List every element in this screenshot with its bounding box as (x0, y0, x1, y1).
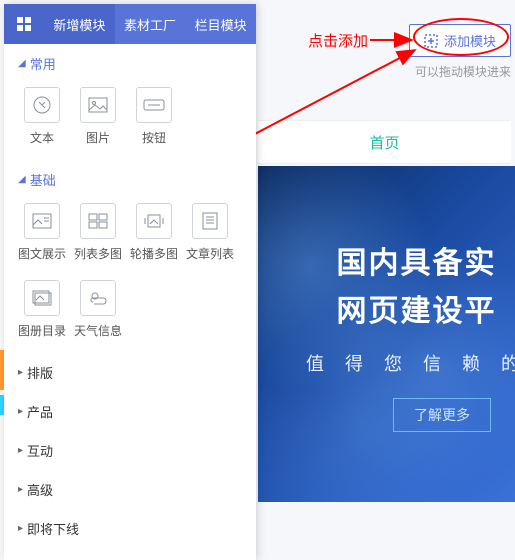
tiles-basic-1: 图文展示 列表多图 轮播多图 文章列表 (4, 199, 256, 276)
hero-line2: 网页建设平 (277, 286, 497, 330)
right-top: 添加模块 可以拖动模块进来 (409, 24, 511, 80)
section-label: 高级 (27, 480, 53, 499)
section-label: 排版 (27, 363, 53, 382)
album-icon (24, 280, 60, 316)
hero-sub: 值 得 您 信 赖 的 (258, 350, 515, 376)
nav-bar: 首页 (258, 120, 511, 164)
section-interact[interactable]: ▸互动 (4, 431, 256, 470)
section-common[interactable]: ◢常用 (4, 44, 256, 83)
add-module-label: 添加模块 (444, 31, 496, 50)
tile-label: 文本 (30, 129, 54, 146)
tile-label: 图册目录 (18, 322, 66, 339)
hero-banner: 国内具备实 网页建设平 值 得 您 信 赖 的 了解更多 (258, 166, 515, 502)
list-img-icon (80, 203, 116, 239)
tile-text[interactable]: 文本 (14, 87, 70, 146)
tile-label: 天气信息 (74, 322, 122, 339)
section-deprecated[interactable]: ▸即将下线 (4, 509, 256, 548)
tile-carousel[interactable]: 轮播多图 (126, 203, 182, 262)
tile-weather[interactable]: 天气信息 (70, 280, 126, 339)
carousel-icon (136, 203, 172, 239)
section-product[interactable]: ▸产品 (4, 392, 256, 431)
hero-cta[interactable]: 了解更多 (393, 398, 491, 432)
button-icon (136, 87, 172, 123)
section-label: 即将下线 (27, 519, 79, 538)
section-label: 基础 (30, 170, 56, 189)
tile-button[interactable]: 按钮 (126, 87, 182, 146)
image-icon (80, 87, 116, 123)
tile-label: 按钮 (142, 129, 166, 146)
callout-click-add: 点击添加 (308, 30, 368, 51)
tile-album[interactable]: 图册目录 (14, 280, 70, 339)
panel-tabs: 新增模块 素材工厂 栏目模块 (4, 4, 256, 44)
section-basic[interactable]: ◢基础 (4, 160, 256, 199)
weather-icon (80, 280, 116, 316)
section-label: 常用 (30, 54, 56, 73)
section-label: 互动 (27, 441, 53, 460)
add-module-button[interactable]: 添加模块 (409, 24, 511, 57)
tiles-basic-2: 图册目录 天气信息 (4, 276, 256, 353)
section-layout[interactable]: ▸排版 (4, 353, 256, 392)
grid-icon[interactable] (4, 4, 44, 44)
section-advanced[interactable]: ▸高级 (4, 470, 256, 509)
tab-column[interactable]: 栏目模块 (185, 4, 256, 44)
tile-label: 图文展示 (18, 245, 66, 262)
tab-new-module[interactable]: 新增模块 (44, 4, 115, 44)
tab-material[interactable]: 素材工厂 (115, 4, 186, 44)
section-label: 产品 (27, 402, 53, 421)
tile-img-text[interactable]: 图文展示 (14, 203, 70, 262)
img-text-icon (24, 203, 60, 239)
tile-label: 轮播多图 (130, 245, 178, 262)
add-dashed-icon (424, 34, 438, 48)
tile-label: 文章列表 (186, 245, 234, 262)
drag-hint: 可以拖动模块进来 (415, 63, 511, 80)
text-icon (24, 87, 60, 123)
tile-label: 图片 (86, 129, 110, 146)
tile-article-list[interactable]: 文章列表 (182, 203, 238, 262)
tile-list-img[interactable]: 列表多图 (70, 203, 126, 262)
nav-home[interactable]: 首页 (369, 132, 399, 153)
tile-label: 列表多图 (74, 245, 122, 262)
hero-line1: 国内具备实 (277, 238, 497, 282)
article-icon (192, 203, 228, 239)
tiles-common: 文本 图片 按钮 (4, 83, 256, 160)
module-panel: 新增模块 素材工厂 栏目模块 ◢常用 文本 图片 按钮 ◢基础 图文展示 列表多… (4, 4, 256, 560)
tile-image[interactable]: 图片 (70, 87, 126, 146)
